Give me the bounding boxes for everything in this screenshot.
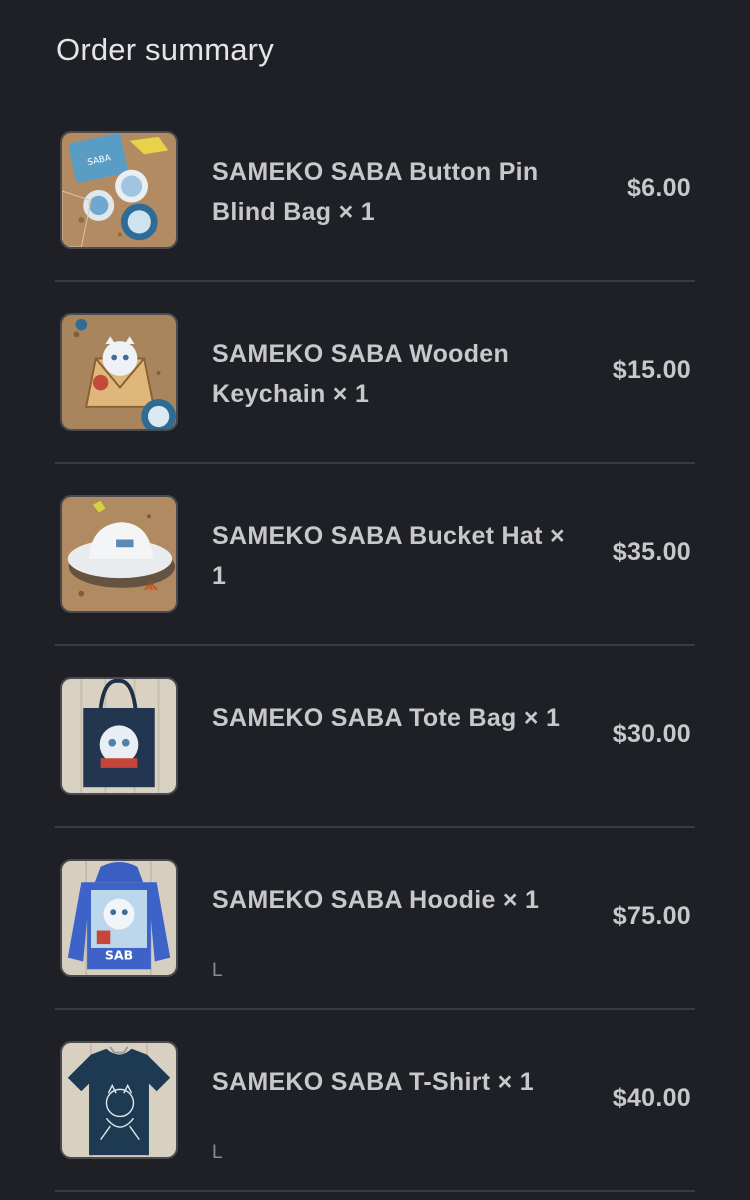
order-item: SAMEKO SABA Wooden Keychain × 1 $15.00: [55, 282, 695, 464]
order-item: SAB SAMEKO SABA Hoodie × 1 L $75.00: [55, 828, 695, 1010]
product-image-hoodie: SAB: [60, 859, 178, 977]
product-price: $75.00: [612, 902, 691, 930]
product-image-t-shirt: [60, 1041, 178, 1159]
product-price: $6.00: [626, 174, 691, 202]
product-name: SAMEKO SABA Wooden Keychain × 1: [212, 340, 510, 408]
product-image-wooden-keychain: [60, 313, 178, 431]
product-name: SAMEKO SABA T-Shirt × 1: [212, 1068, 534, 1096]
product-image-bucket-hat: [60, 495, 178, 613]
product-name: SAMEKO SABA Hoodie × 1: [212, 886, 540, 914]
product-name: SAMEKO SABA Button Pin Blind Bag × 1: [212, 158, 539, 226]
svg-text:SAB: SAB: [105, 948, 133, 963]
product-image-button-pin-blind-bag: SABA: [60, 131, 178, 249]
product-variant: L: [212, 960, 223, 981]
order-item-list: SABA SAMEKO SABA Button Pin Blind Bag × …: [55, 100, 695, 1192]
product-variant: L: [212, 1142, 223, 1163]
order-item: SAMEKO SABA Tote Bag × 1 $30.00: [55, 646, 695, 828]
order-summary-title: Order summary: [56, 32, 274, 67]
product-price: $15.00: [612, 356, 691, 384]
product-name: SAMEKO SABA Bucket Hat × 1: [212, 522, 565, 590]
product-price: $30.00: [612, 720, 691, 748]
order-item: SABA SAMEKO SABA Button Pin Blind Bag × …: [55, 100, 695, 282]
product-price: $40.00: [612, 1084, 691, 1112]
order-item: SAMEKO SABA Bucket Hat × 1 $35.00: [55, 464, 695, 646]
product-price: $35.00: [612, 538, 691, 566]
order-item: SAMEKO SABA T-Shirt × 1 L $40.00: [55, 1010, 695, 1192]
product-image-tote-bag: [60, 677, 178, 795]
product-name: SAMEKO SABA Tote Bag × 1: [212, 704, 561, 732]
